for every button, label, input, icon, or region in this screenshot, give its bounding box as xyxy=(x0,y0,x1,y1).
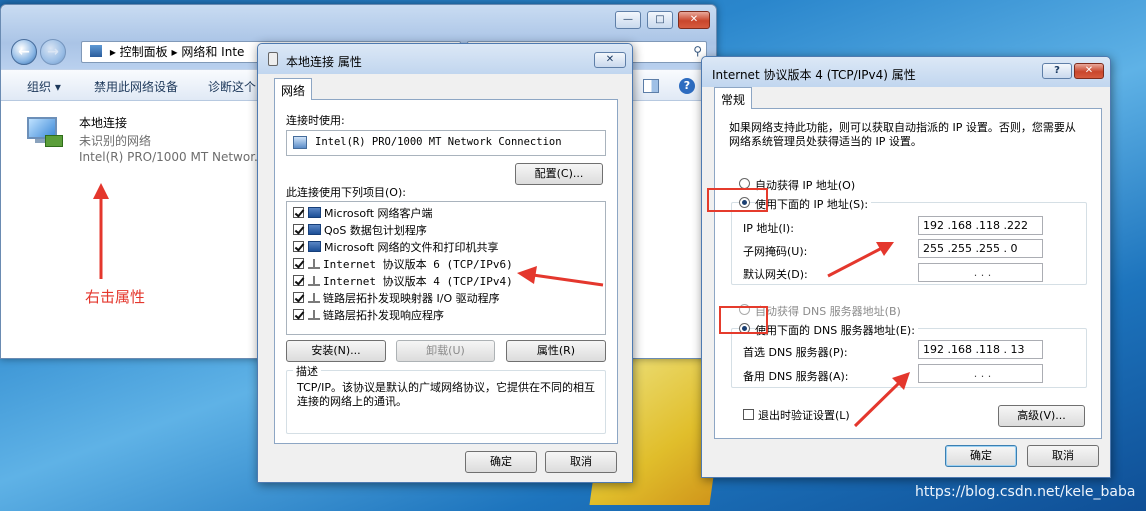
adapter-status: 未识别的网络 xyxy=(79,134,152,148)
configure-button[interactable]: 配置(C)... xyxy=(515,163,603,185)
annotation-arrow-ipv4 xyxy=(517,266,604,287)
subnet-mask-field[interactable]: 255 .255 .255 . 0 xyxy=(918,239,1043,258)
list-item-ipv4[interactable]: Internet 协议版本 4 (TCP/IPv4) xyxy=(293,273,513,290)
validate-setting[interactable]: 退出时验证设置(L) xyxy=(743,407,850,423)
cancel-button[interactable]: 取消 xyxy=(1027,445,1099,467)
annotation-right-click: 右击属性 xyxy=(85,288,146,306)
tab-network[interactable]: 网络 xyxy=(274,78,313,100)
auto-ip-label: 自动获得 IP 地址(O) xyxy=(755,179,856,192)
dialog-close-button[interactable]: ✕ xyxy=(1074,63,1104,79)
qos-icon xyxy=(308,224,321,235)
advanced-button[interactable]: 高级(V)... xyxy=(998,405,1085,427)
checkbox[interactable] xyxy=(293,224,304,235)
alternate-dns-label: 备用 DNS 服务器(A): xyxy=(743,370,849,383)
items-label: 此连接使用下列项目(O): xyxy=(286,186,406,199)
network-client-icon xyxy=(308,207,321,218)
preferred-dns-label: 首选 DNS 服务器(P): xyxy=(743,346,848,359)
breadcrumb-control-panel[interactable]: 控制面板 xyxy=(120,45,168,59)
list-item[interactable]: Microsoft 网络客户端 xyxy=(293,205,433,222)
dialog-title: 本地连接 属性 xyxy=(286,55,362,69)
ok-button[interactable]: 确定 xyxy=(945,445,1017,467)
checkbox[interactable] xyxy=(293,292,304,303)
help-button[interactable]: ? xyxy=(1042,63,1072,79)
gateway-label: 默认网关(D): xyxy=(743,268,808,281)
list-item[interactable]: QoS 数据包计划程序 xyxy=(293,222,427,239)
connect-using-label: 连接时使用: xyxy=(286,114,345,127)
protocol-icon xyxy=(308,259,320,269)
maximize-button[interactable]: □ xyxy=(647,11,673,29)
help-icon[interactable]: ? xyxy=(679,78,695,94)
disable-device-button[interactable]: 禁用此网络设备 xyxy=(94,78,178,95)
adapter-field: Intel(R) PRO/1000 MT Network Connection xyxy=(286,130,606,156)
uninstall-button[interactable]: 卸载(U) xyxy=(396,340,495,362)
list-item[interactable]: 链路层拓扑发现映射器 I/O 驱动程序 xyxy=(293,290,500,307)
ip-address-label: IP 地址(I): xyxy=(743,222,794,235)
annotation-arrow-dns xyxy=(853,372,910,428)
gateway-field[interactable]: . . . xyxy=(918,263,1043,282)
subnet-mask-label: 子网掩码(U): xyxy=(743,245,808,258)
description-text: TCP/IP。该协议是默认的广域网络协议，它提供在不同的相互连接的网络上的通讯。 xyxy=(297,381,595,408)
list-item[interactable]: Internet 协议版本 6 (TCP/IPv6) xyxy=(293,256,513,273)
annotation-arrow-ip xyxy=(827,242,894,278)
minimize-button[interactable]: — xyxy=(615,11,641,29)
close-button[interactable]: ✕ xyxy=(678,11,710,29)
highlight-manual-ip xyxy=(707,188,768,212)
intro-text: 如果网络支持此功能，则可以获取自动指派的 IP 设置。否则，您需要从网络系统管理… xyxy=(729,121,1076,148)
checkbox[interactable] xyxy=(293,207,304,218)
back-icon[interactable]: ← xyxy=(11,39,37,65)
list-item[interactable]: 链路层拓扑发现响应程序 xyxy=(293,307,444,324)
manual-dns-label: 使用下面的 DNS 服务器地址(E): xyxy=(755,322,918,338)
protocol-icon xyxy=(308,293,320,303)
dialog-title: Internet 协议版本 4 (TCP/IPv4) 属性 xyxy=(712,68,916,82)
properties-button[interactable]: 属性(R) xyxy=(506,340,606,362)
organize-button[interactable]: 组织 ▾ xyxy=(27,78,61,95)
local-connection-item[interactable]: 本地连接 未识别的网络 Intel(R) PRO/1000 MT Networ.… xyxy=(21,111,266,167)
search-icon: ⚲ xyxy=(693,44,702,58)
file-share-icon xyxy=(308,241,321,252)
protocol-icon xyxy=(308,310,320,320)
ip-address-field[interactable]: 192 .168 .118 .222 xyxy=(918,216,1043,235)
ok-button[interactable]: 确定 xyxy=(465,451,537,473)
control-panel-icon xyxy=(90,45,102,57)
install-button[interactable]: 安装(N)... xyxy=(286,340,386,362)
watermark: https://blog.csdn.net/kele_baba xyxy=(915,484,1136,500)
auto-dns-label: 自动获得 DNS 服务器地址(B) xyxy=(755,305,901,318)
checkbox[interactable] xyxy=(293,275,304,286)
preferred-dns-field[interactable]: 192 .168 .118 . 13 xyxy=(918,340,1043,359)
network-adapter-icon xyxy=(25,115,65,149)
preview-pane-icon[interactable] xyxy=(643,79,659,93)
cancel-button[interactable]: 取消 xyxy=(545,451,617,473)
checkbox[interactable] xyxy=(293,309,304,320)
highlight-manual-dns xyxy=(719,306,768,334)
validate-checkbox[interactable] xyxy=(743,409,754,420)
alternate-dns-field[interactable]: . . . xyxy=(918,364,1043,383)
breadcrumb-separator: ▸ xyxy=(171,45,182,59)
dialog-close-button[interactable]: ✕ xyxy=(594,52,626,68)
network-plug-icon xyxy=(268,52,278,66)
breadcrumb-network[interactable]: 网络和 Inte xyxy=(181,45,244,59)
adapter-name: 本地连接 xyxy=(79,116,128,130)
checkbox[interactable] xyxy=(293,241,304,252)
tab-general[interactable]: 常规 xyxy=(714,87,753,109)
adapter-device: Intel(R) PRO/1000 MT Networ... xyxy=(79,150,266,164)
adapter-name-value: Intel(R) PRO/1000 MT Network Connection xyxy=(315,136,562,148)
checkbox[interactable] xyxy=(293,258,304,269)
description-label: 描述 xyxy=(293,363,321,379)
diagnose-button[interactable]: 诊断这个 xyxy=(208,78,256,95)
breadcrumb-separator: ▸ xyxy=(109,45,120,59)
annotation-arrow-up xyxy=(93,183,109,279)
protocol-icon xyxy=(308,276,320,286)
forward-icon[interactable]: → xyxy=(40,39,66,65)
list-item[interactable]: Microsoft 网络的文件和打印机共享 xyxy=(293,239,499,256)
manual-ip-label: 使用下面的 IP 地址(S): xyxy=(755,196,872,212)
adapter-icon xyxy=(293,136,307,149)
